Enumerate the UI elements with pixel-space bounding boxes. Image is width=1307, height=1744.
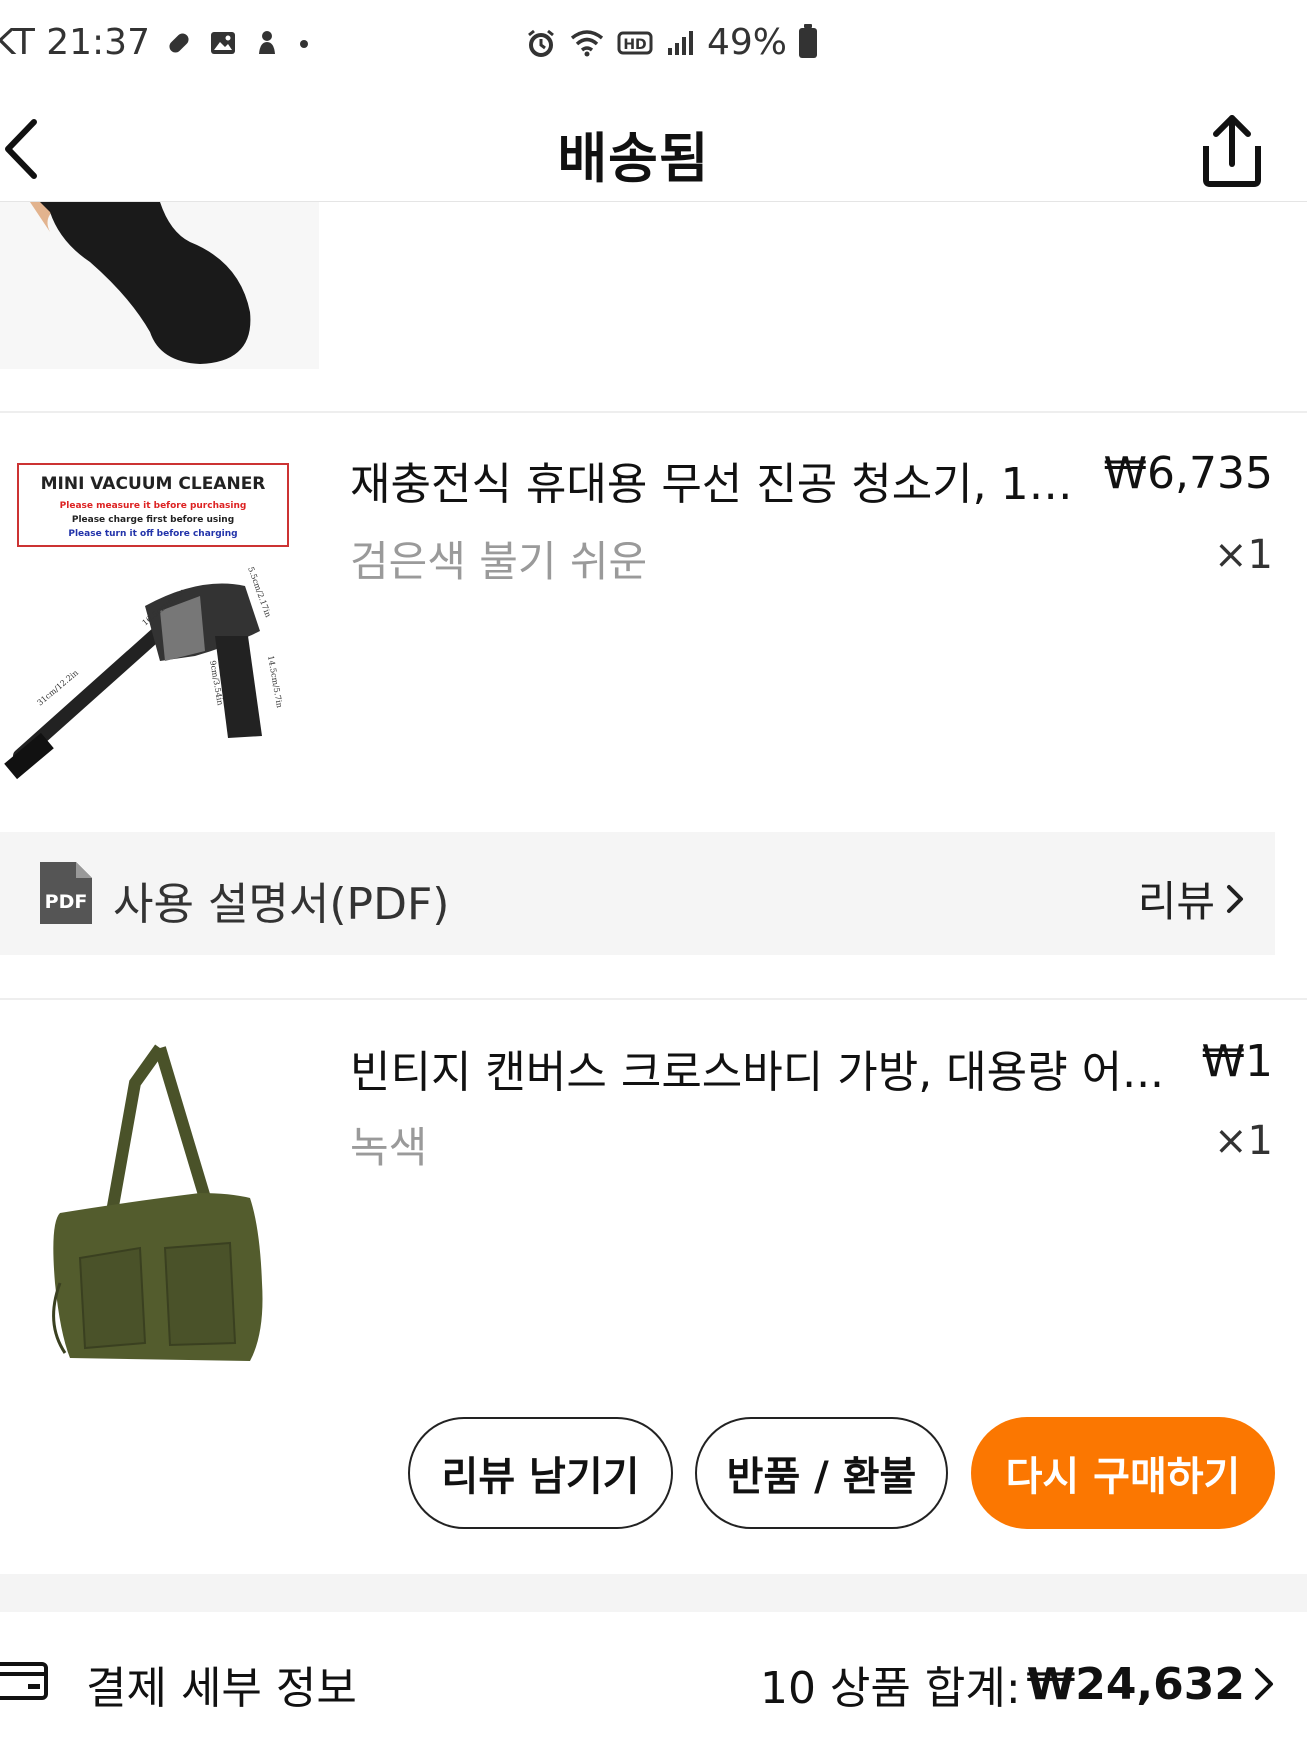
battery-percent: 49% [707,22,788,63]
signal-icon [668,30,693,55]
product-name[interactable]: 빈티지 캔버스 크로스바디 가방, 대용량 어... [350,1036,1170,1100]
image-line-3: Please turn it off before charging [68,529,237,539]
status-right: HD 49% [525,22,818,63]
product-image[interactable]: MINI VACUUM CLEANER Please measure it be… [0,456,319,787]
product-image[interactable] [0,1043,319,1374]
section-separator [0,1574,1307,1612]
buy-again-button[interactable]: 다시 구매하기 [971,1417,1275,1529]
gallery-icon [211,31,235,54]
item-count-label: 10 상품 합계: [759,1663,1021,1714]
product-quantity: ×1 [1214,532,1273,578]
card-icon [0,1662,48,1700]
carrier-time: KT 21:37 [0,22,150,63]
status-bar: KT 21:37 HD 49% [0,0,1307,94]
order-detail-screen: KT 21:37 HD 49% 배송됨 MINI VACUUM CLEANER … [0,0,1307,1744]
chevron-right-icon [1227,884,1243,913]
share-button[interactable] [1190,108,1274,192]
manual-bar[interactable]: PDF 사용 설명서(PDF) 리뷰 [0,832,1275,955]
divider [0,411,1307,413]
dot-icon [300,39,308,48]
pdf-icon-text: PDF [45,891,88,913]
share-icon [1203,115,1261,187]
total-amount: ₩24,632 [1026,1658,1245,1710]
return-refund-button[interactable]: 반품 / 환불 [695,1417,948,1529]
review-link[interactable]: 리뷰 [1138,868,1247,929]
pill-icon [169,32,189,53]
payment-details-row[interactable]: 결제 세부 정보 10 상품 합계: ₩24,632 [0,1612,1307,1744]
manual-label[interactable]: 사용 설명서(PDF) [113,868,449,932]
product-price: ₩1 [1201,1036,1274,1087]
image-line-1: Please measure it before purchasing [60,501,247,511]
hd-icon: HD [617,31,653,54]
product-photo [0,202,319,369]
review-link-label: 리뷰 [1137,877,1215,926]
status-left: KT 21:37 [0,22,312,63]
payment-summary[interactable]: 10 상품 합계: ₩24,632 [760,1652,1277,1716]
vacuum-photo: MINI VACUUM CLEANER Please measure it be… [0,456,319,787]
product-quantity: ×1 [1214,1118,1273,1164]
leave-review-button[interactable]: 리뷰 남기기 [408,1417,673,1529]
divider [0,998,1307,1000]
previous-product-image[interactable] [0,202,319,369]
wifi-icon [570,29,604,56]
chevron-right-icon [1255,1668,1273,1700]
app-icon [259,30,275,54]
product-name[interactable]: 재충전식 휴대용 무선 진공 청소기, 12... [350,448,1095,512]
image-line-2: Please charge first before using [72,515,234,525]
image-title: MINI VACUUM CLEANER [41,474,266,494]
product-variant: 녹색 [350,1123,428,1172]
product-price: ₩6,735 [1103,448,1273,499]
product-variant: 검은색 불기 쉬운 [350,537,648,586]
page-title: 배송됨 [557,127,710,190]
svg-text:HD: HD [623,37,646,53]
alarm-icon [528,29,554,57]
bag-photo [0,1043,319,1374]
battery-icon [799,23,818,58]
payment-details-label: 결제 세부 정보 [86,1663,357,1714]
header: 배송됨 [0,94,1307,202]
pdf-icon: PDF [40,862,92,924]
